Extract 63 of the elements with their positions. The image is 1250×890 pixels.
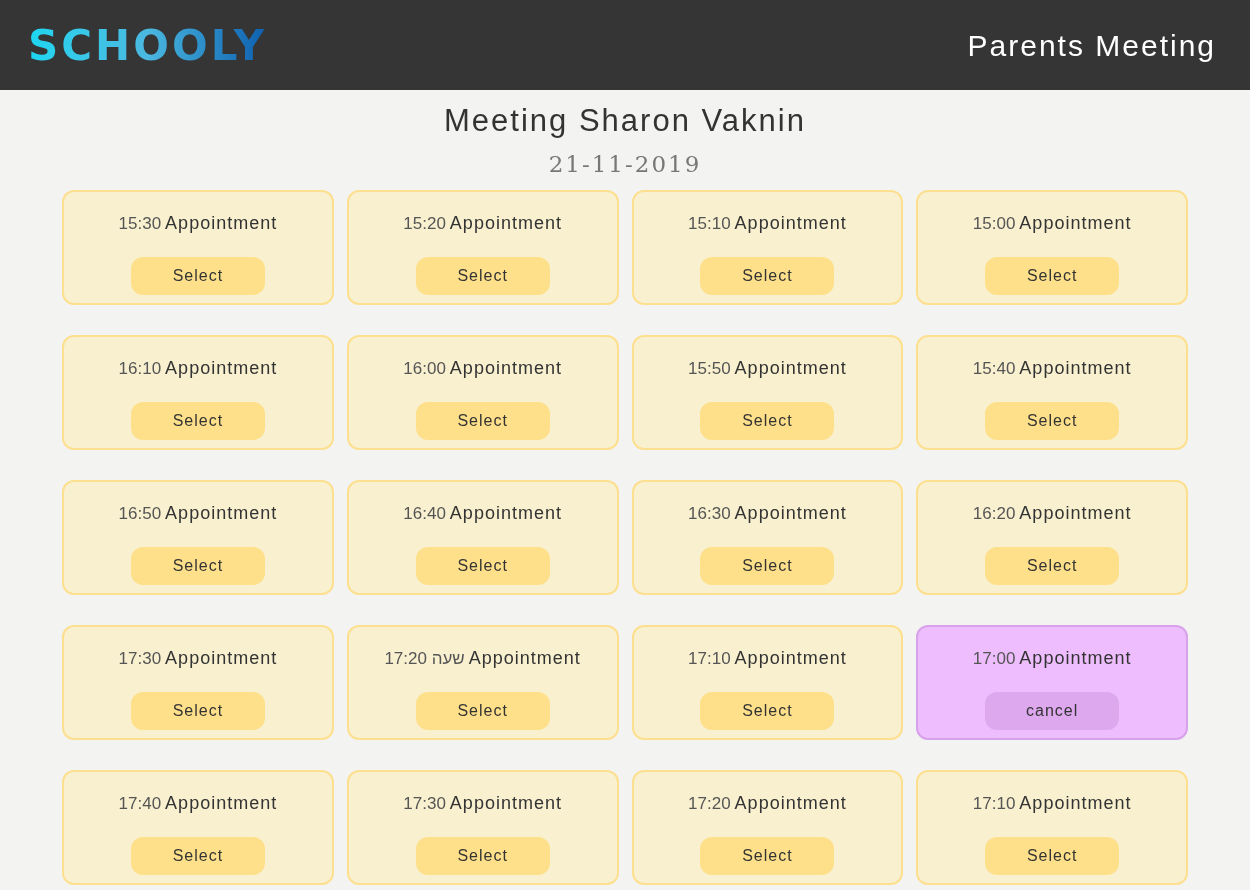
appointment-label: Appointment <box>1019 357 1132 380</box>
appointment-label: Appointment <box>734 357 847 380</box>
appointment-time: 16:50 <box>118 503 162 525</box>
appointment-label: Appointment <box>449 212 562 235</box>
select-button[interactable]: Select <box>985 402 1120 440</box>
appointment-time: 17:10 <box>688 648 731 670</box>
select-button[interactable]: Select <box>985 837 1120 875</box>
appointment-time: 16:10 <box>118 358 162 380</box>
appointment-label: Appointment <box>449 502 562 525</box>
appointment-label: Appointment <box>734 502 847 525</box>
appointment-time: 17:40 <box>118 793 162 815</box>
select-button[interactable]: Select <box>130 547 265 585</box>
appointment-label: Appointment <box>1019 212 1132 235</box>
appointment-label: Appointment <box>165 647 278 670</box>
appointment-time: 17:30 <box>118 648 162 670</box>
appointment-time: 16:20 <box>972 503 1016 525</box>
appointment-time: 15:50 <box>688 358 731 380</box>
appointment-label: Appointment <box>1019 647 1132 670</box>
appointment-label: Appointment <box>734 212 847 235</box>
appointment-time: 15:00 <box>972 213 1016 235</box>
appointment-time: 15:20 <box>403 213 446 235</box>
appointment-time: 17:20 שעה <box>384 648 465 670</box>
select-button[interactable]: Select <box>130 402 265 440</box>
appointment-time: 15:30 <box>118 213 162 235</box>
appointment-label: Appointment <box>165 792 278 815</box>
meeting-title: Meeting Sharon Vaknin <box>444 102 806 140</box>
select-button[interactable]: Select <box>700 837 835 875</box>
appointment-time: 15:10 <box>688 213 731 235</box>
select-button[interactable]: Select <box>415 547 550 585</box>
select-button[interactable]: Select <box>130 837 265 875</box>
select-button[interactable]: Select <box>700 547 835 585</box>
appointment-label: Appointment <box>468 647 581 670</box>
select-button[interactable]: Select <box>415 257 550 295</box>
select-button[interactable]: Select <box>415 837 550 875</box>
cancel-button[interactable]: cancel <box>985 692 1120 730</box>
appointment-label: Appointment <box>165 357 278 380</box>
appointment-label: Appointment <box>734 647 847 670</box>
appointment-time: 16:00 <box>403 358 446 380</box>
appointment-time: 16:30 <box>688 503 731 525</box>
appointment-label: Appointment <box>449 792 562 815</box>
appointment-label: Appointment <box>734 792 847 815</box>
select-button[interactable]: Select <box>700 692 835 730</box>
select-button[interactable]: Select <box>985 547 1120 585</box>
appointment-label: Appointment <box>449 357 562 380</box>
select-button[interactable]: Select <box>415 402 550 440</box>
appointment-time: 17:20 <box>688 793 731 815</box>
appointment-time: 16:40 <box>403 503 446 525</box>
select-button[interactable]: Select <box>130 692 265 730</box>
appointment-time: 17:00 <box>972 648 1016 670</box>
page-title: Parents Meeting <box>967 27 1216 64</box>
select-button[interactable]: Select <box>130 257 265 295</box>
select-button[interactable]: Select <box>985 257 1120 295</box>
meeting-date: 21-11-2019 <box>548 150 702 178</box>
appointment-label: Appointment <box>165 212 278 235</box>
select-button[interactable]: Select <box>700 402 835 440</box>
appointment-label: Appointment <box>1019 502 1132 525</box>
select-button[interactable]: Select <box>700 257 835 295</box>
appointment-label: Appointment <box>165 502 278 525</box>
appointment-time: 17:30 <box>403 793 446 815</box>
appointment-label: Appointment <box>1019 792 1132 815</box>
select-button[interactable]: Select <box>415 692 550 730</box>
appointment-time: 17:10 <box>972 793 1016 815</box>
appointment-time: 15:40 <box>972 358 1016 380</box>
